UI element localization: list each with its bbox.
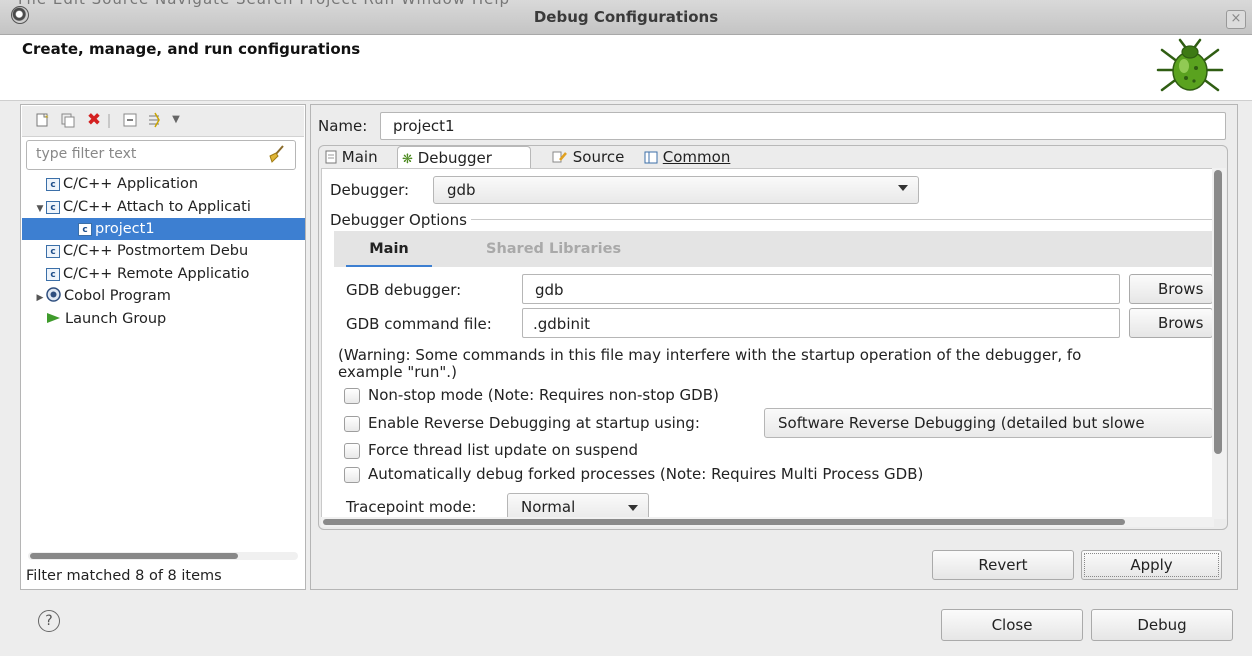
gdb-debugger-value: gdb: [535, 281, 564, 299]
dialog-header-title: Create, manage, and run configurations: [22, 40, 361, 58]
tree-item[interactable]: c project1: [22, 218, 305, 240]
c-config-icon: c: [46, 177, 60, 191]
cobol-icon: [46, 287, 64, 304]
tree-item[interactable]: Launch Group: [22, 308, 305, 330]
warning-text: (Warning: Some commands in this file may…: [338, 347, 1212, 381]
browse-gdb-debugger-button[interactable]: Brows: [1129, 274, 1213, 304]
tree-item-label: C/C++ Application: [63, 176, 199, 192]
tree-item-label: C/C++ Postmortem Debu: [63, 243, 249, 259]
debugger-options-tabs: [334, 231, 1212, 267]
tab-common[interactable]: Common: [640, 146, 734, 168]
tree-item-label: Cobol Program: [64, 288, 171, 304]
tree-item-label: project1: [95, 221, 155, 237]
tree-toolbar: * ✖ ▼: [22, 106, 304, 137]
gdb-command-file-input[interactable]: [522, 308, 1120, 338]
chevron-down-icon: [628, 505, 638, 511]
debugger-options-group-label: Debugger Options: [330, 211, 471, 229]
document-icon: [325, 150, 337, 164]
expand-down-icon[interactable]: ▼: [34, 198, 46, 218]
c-config-icon: c: [78, 222, 92, 236]
inner-tab-shared-libraries[interactable]: Shared Libraries: [486, 241, 621, 257]
debugger-label: Debugger:: [330, 181, 410, 199]
window-close-button[interactable]: ×: [1226, 10, 1246, 29]
close-button[interactable]: Close: [941, 609, 1083, 641]
launch-group-icon: [46, 311, 65, 327]
tree-item-label: C/C++ Attach to Applicati: [63, 199, 251, 215]
common-icon: [644, 151, 658, 164]
c-config-icon: c: [46, 244, 60, 258]
tab-source-label: Source: [572, 148, 625, 166]
tab-main-label: Main: [341, 148, 378, 166]
new-config-icon[interactable]: *: [34, 112, 50, 128]
delete-icon[interactable]: ✖: [86, 112, 102, 129]
content-vertical-scrollbar-thumb[interactable]: [1214, 170, 1222, 454]
tab-common-label: Common: [662, 148, 731, 166]
bug-settings-icon: ❋: [402, 152, 413, 167]
apply-button[interactable]: Apply: [1081, 550, 1222, 580]
debug-button[interactable]: Debug: [1091, 609, 1233, 641]
force-thread-update-label: Force thread list update on suspend: [368, 441, 639, 459]
debug-bug-icon: [1156, 38, 1224, 92]
tree-item[interactable]: ▶ Cobol Program: [22, 285, 305, 307]
force-thread-update-checkbox[interactable]: [344, 443, 360, 459]
chevron-down-icon: [898, 185, 908, 191]
filter-icon[interactable]: [146, 112, 162, 128]
warning-line-1: (Warning: Some commands in this file may…: [338, 347, 1082, 364]
inner-tab-main[interactable]: Main: [346, 231, 432, 267]
tree-item[interactable]: c C/C++ Postmortem Debu: [22, 240, 305, 262]
name-input[interactable]: [380, 112, 1226, 140]
gdb-debugger-input[interactable]: [522, 274, 1120, 304]
help-icon[interactable]: ?: [38, 610, 60, 632]
expand-right-icon[interactable]: ▶: [34, 287, 46, 307]
tab-debugger-label: Debugger: [417, 149, 492, 167]
reverse-debugging-checkbox[interactable]: [344, 416, 360, 432]
name-label: Name:: [318, 117, 368, 135]
non-stop-mode-label: Non-stop mode (Note: Requires non-stop G…: [368, 386, 719, 404]
revert-button[interactable]: Revert: [932, 550, 1074, 580]
warning-line-2: example "run".): [338, 363, 457, 381]
toolbar-separator: [108, 114, 110, 128]
tree-item-label: Launch Group: [65, 311, 167, 327]
collapse-all-icon[interactable]: [122, 112, 138, 128]
tree-item[interactable]: c C/C++ Application: [22, 173, 305, 195]
reverse-debugging-mode-select[interactable]: Software Reverse Debugging (detailed but…: [764, 408, 1213, 438]
gdb-command-file-value: .gdbinit: [533, 315, 591, 333]
auto-debug-forked-checkbox[interactable]: [344, 467, 360, 483]
tab-debugger[interactable]: ❋ Debugger: [397, 146, 531, 168]
browse-gdb-command-file-button[interactable]: Brows: [1129, 308, 1213, 338]
tree-item-label: C/C++ Remote Applicatio: [63, 266, 250, 282]
tracepoint-mode-value: Normal: [521, 498, 576, 516]
duplicate-icon[interactable]: [60, 112, 76, 128]
tracepoint-mode-label: Tracepoint mode:: [346, 498, 477, 516]
name-value: project1: [393, 117, 455, 135]
view-menu-chevron-icon[interactable]: ▼: [168, 112, 184, 128]
debugger-select[interactable]: gdb: [433, 176, 919, 204]
tab-source[interactable]: Source: [548, 146, 628, 168]
source-icon: [552, 151, 567, 163]
filter-placeholder: type filter text: [36, 146, 137, 162]
reverse-debugging-mode-value: Software Reverse Debugging (detailed but…: [778, 414, 1145, 432]
non-stop-mode-checkbox[interactable]: [344, 388, 360, 404]
svg-text:*: *: [45, 114, 49, 122]
c-config-icon: c: [46, 267, 60, 281]
filter-status: Filter matched 8 of 8 items: [26, 568, 222, 584]
gdb-debugger-label: GDB debugger:: [346, 281, 462, 299]
menu-bar-ghost: File Edit Source Navigate Search Project…: [18, 0, 510, 8]
reverse-debugging-label: Enable Reverse Debugging at startup usin…: [368, 414, 700, 432]
tree-horizontal-scrollbar-thumb[interactable]: [30, 553, 238, 559]
gdb-command-file-label: GDB command file:: [346, 315, 492, 333]
tree-item[interactable]: c C/C++ Remote Applicatio: [22, 263, 305, 285]
window-title: Debug Configurations: [533, 8, 719, 26]
auto-debug-forked-label: Automatically debug forked processes (No…: [368, 465, 924, 483]
content-horizontal-scrollbar-thumb[interactable]: [323, 519, 1125, 525]
tab-main[interactable]: Main: [321, 146, 382, 168]
c-config-icon: c: [46, 200, 60, 214]
tree-item[interactable]: ▼ c C/C++ Attach to Applicati: [22, 196, 305, 218]
debugger-select-value: gdb: [447, 181, 476, 199]
clear-filter-broom-icon[interactable]: [266, 144, 286, 164]
